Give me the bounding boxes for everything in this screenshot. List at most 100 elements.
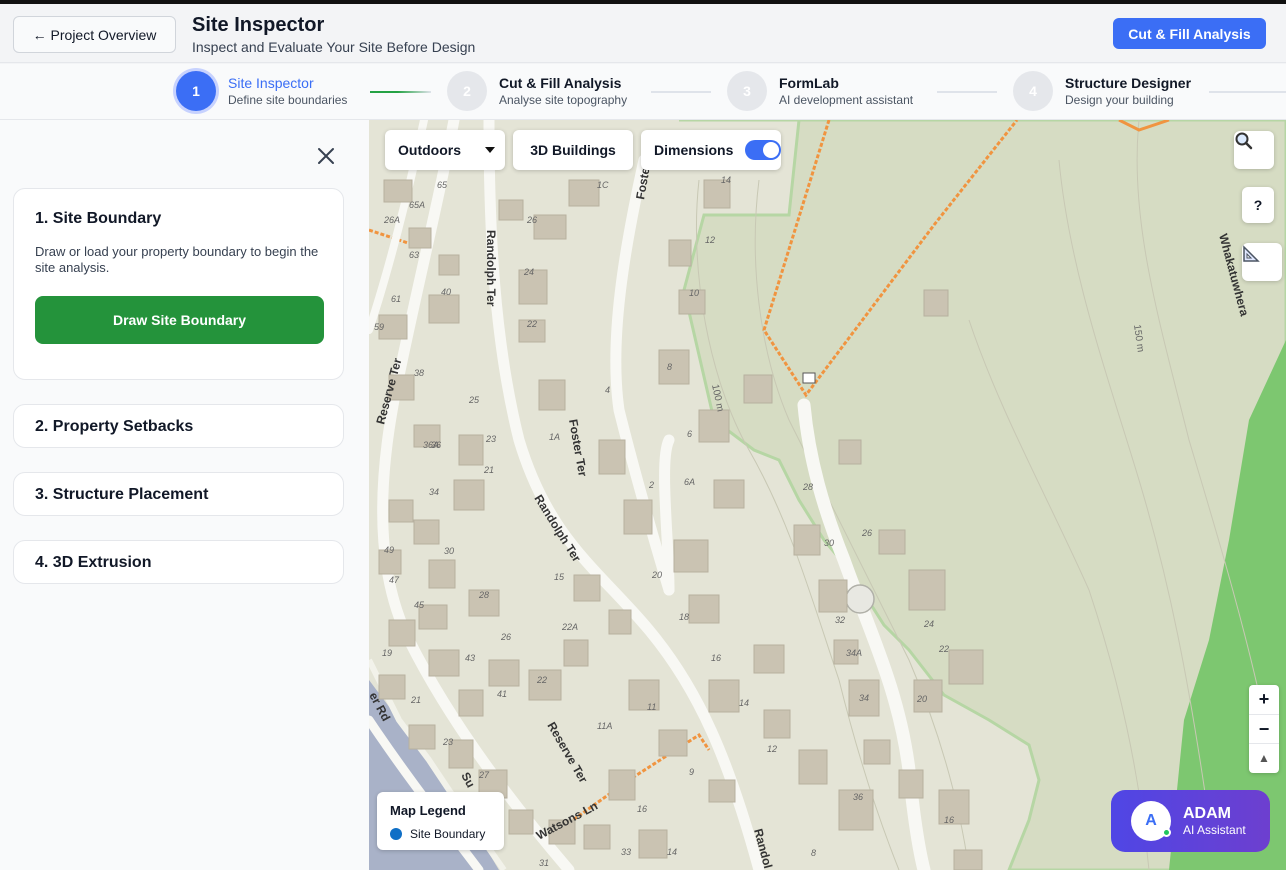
house-number-label: 28 — [478, 590, 489, 600]
house-number-label: 22 — [526, 319, 537, 329]
legend-title: Map Legend — [390, 803, 466, 818]
property-setbacks-section[interactable]: 2. Property Setbacks — [13, 404, 344, 448]
magnifier-icon — [1235, 132, 1253, 150]
house-number-label: 38 — [414, 368, 424, 378]
assistant-role: AI Assistant — [1183, 823, 1246, 837]
house-number-label: 24 — [523, 267, 534, 277]
house-number-label: 27 — [478, 770, 490, 780]
structure-placement-section[interactable]: 3. Structure Placement — [13, 472, 344, 516]
house-number-label: 32 — [835, 615, 845, 625]
step-site-inspector[interactable]: 1 Site Inspector Define site boundaries — [176, 71, 347, 111]
section-description: Draw or load your property boundary to b… — [35, 244, 319, 275]
page-title: Site Inspector — [192, 14, 325, 36]
street-label-su: Su — [458, 770, 478, 790]
house-number-label: 1C — [597, 180, 609, 190]
map-style-value: Outdoors — [398, 142, 461, 158]
cul-de-sac-marker — [845, 584, 875, 614]
map-base: Randolph Ter Foster Ter Reserve Ter Whak… — [369, 120, 1286, 870]
house-number-label: 26 — [500, 632, 511, 642]
house-number-label: 22 — [938, 644, 949, 654]
map-legend: Map Legend Site Boundary — [377, 792, 504, 850]
house-number-label: 25 — [468, 395, 480, 405]
cut-fill-analysis-button[interactable]: Cut & Fill Analysis — [1113, 18, 1266, 49]
step-number: 3 — [727, 71, 767, 111]
house-number-label: 14 — [721, 175, 731, 185]
compass-icon[interactable]: ▲ — [1249, 743, 1279, 772]
legend-item-site-boundary: Site Boundary — [390, 827, 485, 841]
house-number-label: 26A — [383, 215, 400, 225]
map-style-select[interactable]: Outdoors — [385, 130, 505, 170]
house-number-label: 22 — [536, 675, 547, 685]
step-description: Define site boundaries — [228, 92, 348, 107]
house-number-label: 34 — [429, 487, 439, 497]
3d-extrusion-section[interactable]: 4. 3D Extrusion — [13, 540, 344, 584]
map-canvas[interactable]: Randolph Ter Foster Ter Reserve Ter Whak… — [369, 120, 1286, 870]
house-number-label: 65A — [409, 200, 425, 210]
step-title: Structure Designer — [1065, 74, 1192, 91]
house-number-label: 22A — [561, 622, 578, 632]
street-label-randolph-ter: Randolph Ter — [531, 492, 584, 565]
house-number-label: 14 — [739, 698, 749, 708]
house-number-label: 34 — [859, 693, 869, 703]
house-number-label: 40 — [441, 287, 451, 297]
step-number: 1 — [176, 71, 216, 111]
trailhead-icon — [802, 372, 816, 384]
house-number-label: 11A — [597, 721, 612, 731]
house-number-label: 63 — [409, 250, 419, 260]
step-title: Cut & Fill Analysis — [499, 74, 622, 91]
house-number-label: 20 — [916, 694, 927, 704]
house-number-label: 11 — [647, 702, 656, 712]
house-number-label: 47 — [389, 575, 400, 585]
step-connector — [651, 91, 711, 93]
street-label-reserve-ter: Reserve Ter — [544, 720, 590, 786]
house-number-label: 33 — [621, 847, 631, 857]
zoom-in-button[interactable]: + — [1249, 685, 1279, 714]
step-description: AI development assistant — [779, 92, 914, 107]
house-number-label: 34A — [846, 648, 862, 658]
house-number-label: 12 — [705, 235, 715, 245]
close-icon[interactable] — [314, 144, 338, 168]
step-connector — [1209, 91, 1286, 93]
house-number-label: 41 — [497, 689, 507, 699]
step-cut-fill-analysis[interactable]: 2 Cut & Fill Analysis Analyse site topog… — [447, 71, 627, 111]
section-title: 1. Site Boundary — [35, 210, 162, 227]
section-title: 2. Property Setbacks — [35, 418, 194, 435]
house-number-label: 18 — [679, 612, 689, 622]
street-label-foster-ter: Foster Ter — [566, 418, 590, 478]
house-number-label: 28 — [802, 482, 813, 492]
legend-swatch — [390, 828, 402, 840]
page-subtitle: Inspect and Evaluate Your Site Before De… — [192, 39, 476, 55]
street-label-randolph-ter: Randolph Ter — [484, 230, 498, 307]
house-number-label: 45 — [414, 600, 425, 610]
house-number-label: 2 — [648, 480, 654, 490]
step-formlab[interactable]: 3 FormLab AI development assistant — [727, 71, 913, 111]
assistant-name: ADAM — [1183, 805, 1231, 822]
draw-site-boundary-button[interactable]: Draw Site Boundary — [35, 296, 324, 344]
help-button[interactable]: ? — [1242, 187, 1274, 223]
house-number-label: 8 — [811, 848, 816, 858]
project-overview-button[interactable]: ← Project Overview — [13, 16, 176, 53]
step-title: Site Inspector — [228, 74, 314, 91]
house-number-label: 36 — [853, 792, 863, 802]
step-connector — [370, 91, 431, 93]
step-description: Design your building — [1065, 92, 1174, 107]
house-number-label: 12 — [767, 744, 777, 754]
site-boundary-section: 1. Site Boundary Draw or load your prope… — [13, 188, 344, 380]
ai-assistant-button[interactable]: A ADAM AI Assistant — [1111, 790, 1270, 852]
house-number-label: 30 — [444, 546, 454, 556]
house-number-label: 59 — [374, 322, 384, 332]
section-title: 4. 3D Extrusion — [35, 554, 152, 571]
zoom-controls: + − ▲ — [1249, 685, 1279, 773]
zoom-out-button[interactable]: − — [1249, 714, 1279, 743]
house-number-label: 16 — [637, 804, 647, 814]
step-title: FormLab — [779, 74, 839, 91]
step-structure-designer[interactable]: 4 Structure Designer Design your buildin… — [1013, 71, 1191, 111]
dimensions-toggle[interactable] — [745, 140, 781, 160]
house-number-label: 1A — [549, 432, 560, 442]
house-number-label: 20 — [651, 570, 662, 580]
step-connector — [937, 91, 997, 93]
3d-buildings-button[interactable]: 3D Buildings — [513, 130, 633, 170]
map-search-button[interactable] — [1234, 131, 1274, 169]
measure-button[interactable] — [1242, 243, 1282, 281]
house-number-label: 9 — [689, 767, 694, 777]
